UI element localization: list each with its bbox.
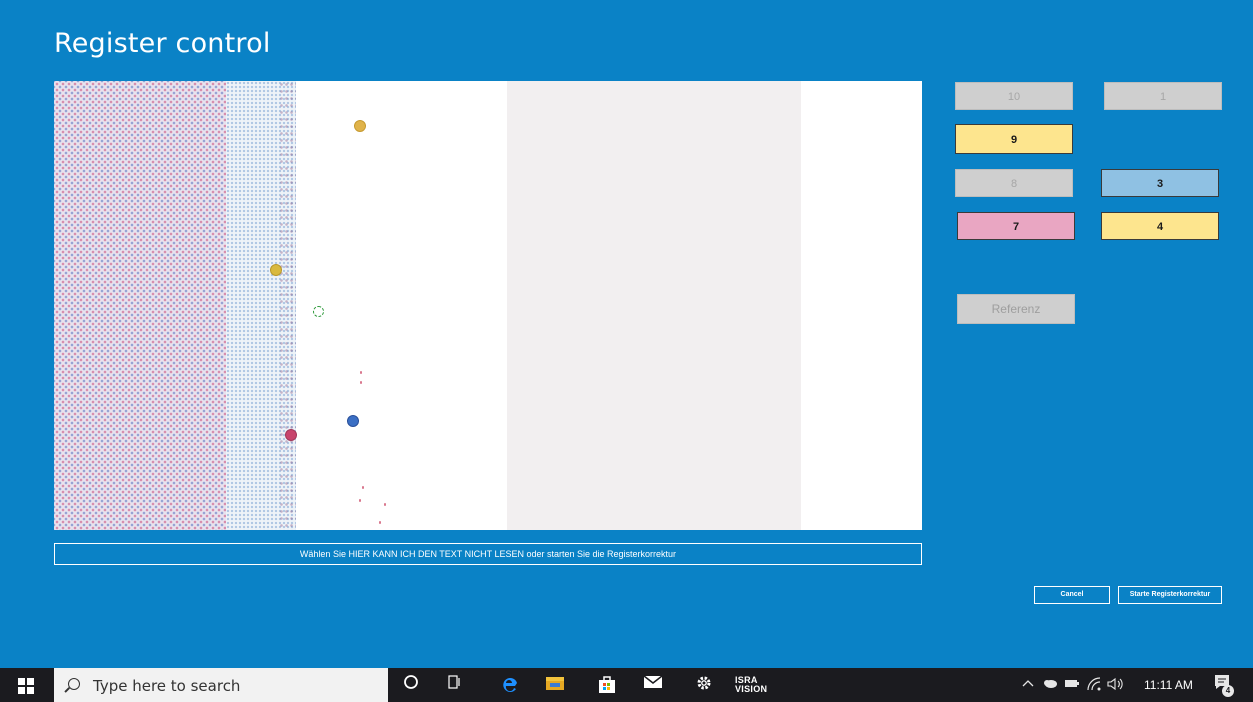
onedrive-icon[interactable] [1042,677,1058,694]
ink-speck [360,381,362,384]
register-button-3[interactable]: 3 [1101,169,1219,197]
ink-speck [384,503,386,506]
status-message: Wählen Sie HIER KANN ICH DEN TEXT NICHT … [54,543,922,565]
file-explorer-icon[interactable] [544,674,566,696]
cortana-icon[interactable] [400,674,422,696]
ink-speck [379,521,381,524]
camera-image-panel[interactable] [54,81,922,530]
register-mark-magenta[interactable] [285,429,297,441]
window-title: Register control [54,28,271,59]
task-view-icon[interactable] [443,674,465,696]
ink-speck [360,371,362,374]
chevron-up-icon[interactable] [1022,677,1034,693]
register-button-10[interactable]: 10 [955,82,1073,110]
store-icon[interactable] [596,674,618,696]
isra-vision-icon[interactable]: ISRA VISION [735,676,767,694]
cancel-button[interactable]: Cancel [1034,586,1110,604]
settings-icon[interactable] [693,674,715,696]
register-button-9[interactable]: 9 [955,124,1073,154]
paper-grey-band [507,81,801,530]
register-button-1[interactable]: 1 [1104,82,1222,110]
ink-speck [362,486,364,489]
edge-icon[interactable] [498,674,520,696]
register-button-8[interactable]: 8 [955,169,1073,197]
ink-speck [359,499,361,502]
print-pattern-dense [54,81,226,530]
windows-start-icon[interactable] [18,678,34,694]
register-target-marker[interactable] [313,306,324,317]
windows-taskbar: Type here to search ISRA VISION 11:11 AM [0,668,1253,702]
wifi-icon[interactable] [1086,677,1102,696]
isra-label-line2: VISION [735,684,768,694]
register-mark-cyan[interactable] [347,415,359,427]
register-mark-yellow[interactable] [270,264,282,276]
battery-icon[interactable] [1064,677,1080,694]
register-button-4[interactable]: 4 [1101,212,1219,240]
search-placeholder: Type here to search [93,677,241,695]
search-icon [68,678,80,690]
taskbar-search-box[interactable]: Type here to search [54,668,388,702]
mail-icon[interactable] [642,674,664,696]
taskbar-clock[interactable]: 11:11 AM [1144,678,1193,692]
register-mark-yellow[interactable] [354,120,366,132]
start-register-correction-button[interactable]: Starte Registerkorrektur [1118,586,1222,604]
notification-count-badge: 4 [1222,685,1234,697]
volume-icon[interactable] [1106,677,1126,696]
print-pattern-edge [279,81,296,530]
reference-button[interactable]: Referenz [957,294,1075,324]
register-button-7[interactable]: 7 [957,212,1075,240]
